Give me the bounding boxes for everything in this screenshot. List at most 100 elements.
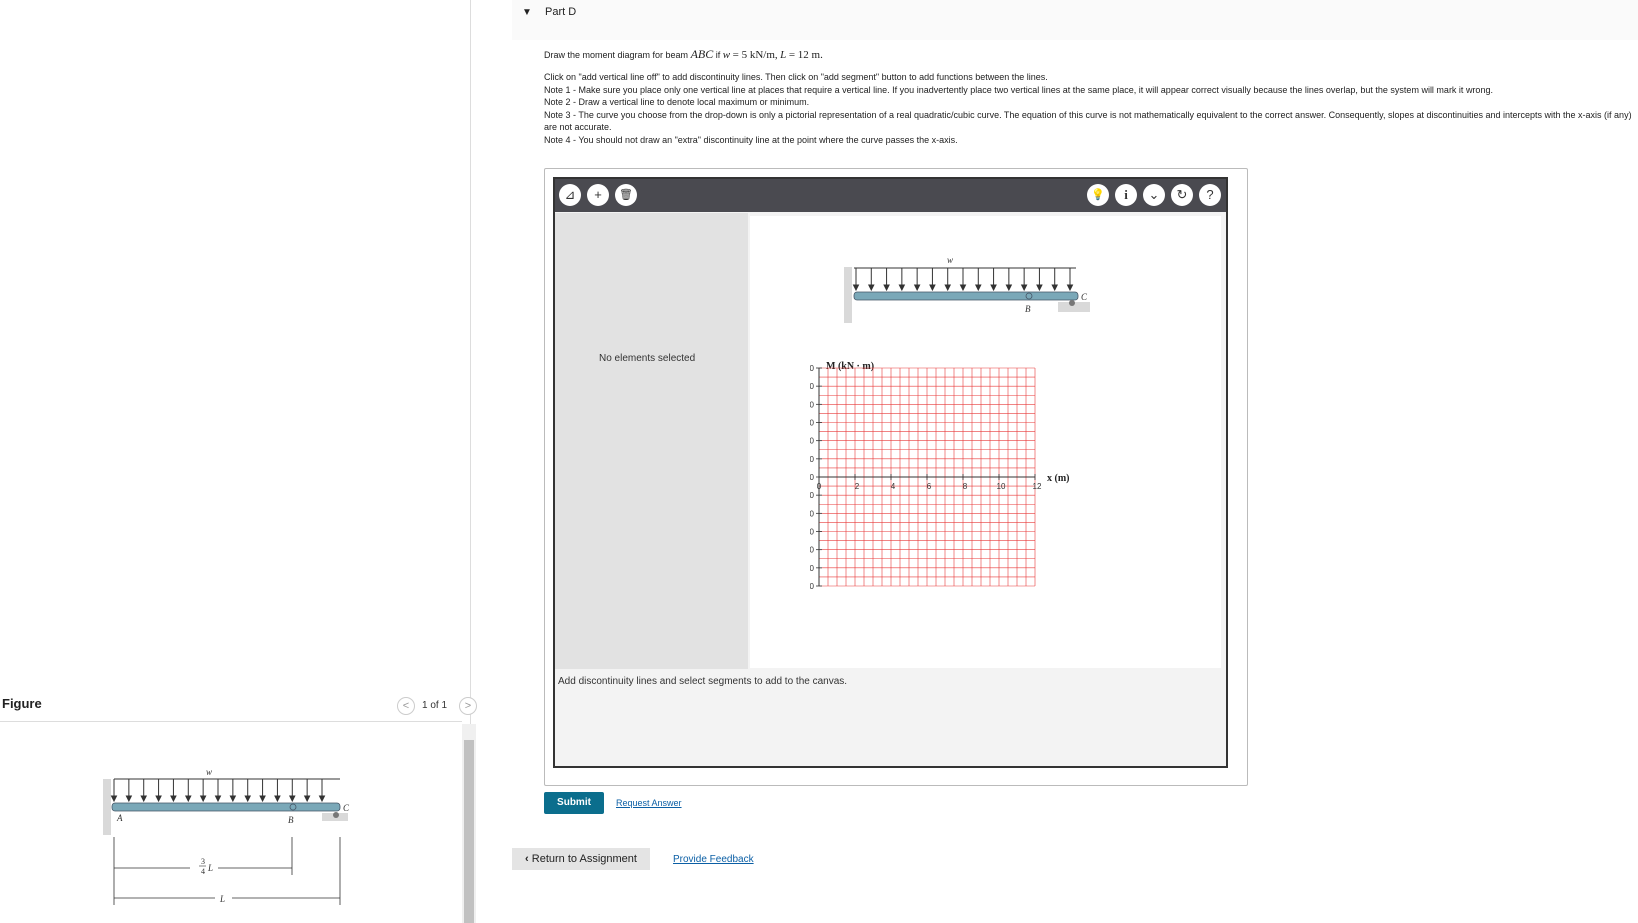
load-arrow: [929, 268, 936, 292]
trash-icon: 🗑: [619, 189, 633, 201]
y-tick-label: -300: [810, 582, 815, 591]
load-arrow: [913, 268, 921, 292]
load-arrow: [1020, 268, 1028, 292]
figure-divider: [0, 721, 462, 722]
delete-button[interactable]: 🗑: [615, 184, 637, 206]
load-arrow: [199, 779, 207, 803]
chevron-left-icon: ‹: [525, 853, 529, 865]
part-title: Part D: [545, 6, 577, 18]
y-tick-label: 50: [810, 455, 815, 464]
y-tick-label: 300: [810, 364, 815, 373]
load-arrow: [318, 779, 326, 803]
x-tick-label: 4: [891, 482, 896, 491]
hint-button[interactable]: 💡: [1087, 184, 1109, 206]
dimension-label-3-4-l: L: [207, 863, 213, 873]
add-segment-icon: +: [594, 187, 602, 202]
previous-figure-button[interactable]: <: [397, 697, 415, 715]
canvas-point-label-c: C: [1081, 292, 1088, 302]
add-vertical-line-button[interactable]: ⊿: [559, 184, 581, 206]
add-segment-button[interactable]: +: [587, 184, 609, 206]
load-arrow: [990, 268, 997, 292]
help-button[interactable]: ?: [1199, 184, 1221, 206]
load-arrow: [867, 268, 875, 292]
load-arrow: [852, 268, 860, 292]
properties-panel: [555, 213, 748, 669]
load-arrow: [883, 268, 890, 292]
x-tick-label: 8: [963, 482, 968, 491]
roller-wheel: [333, 812, 339, 818]
load-label-w: w: [206, 767, 212, 777]
load-arrow: [898, 268, 906, 292]
question-text: Draw the moment diagram for beam ABC if …: [544, 47, 823, 61]
beam-figure: w A B C 3 4 L L: [103, 767, 350, 905]
y-tick-label: 200: [810, 400, 815, 409]
help-icon: ?: [1206, 187, 1214, 202]
y-tick-label: -250: [810, 564, 815, 573]
load-arrow: [170, 779, 177, 803]
load-arrow: [125, 779, 133, 803]
load-arrow: [1005, 268, 1013, 292]
dimension-lines: [113, 837, 341, 905]
selection-status: No elements selected: [599, 353, 696, 364]
x-tick-label: 6: [927, 482, 932, 491]
load-arrow: [259, 779, 266, 803]
load-arrow: [288, 779, 296, 803]
canvas-wall-support: [844, 267, 852, 323]
caret-down-icon[interactable]: ▼: [522, 7, 532, 18]
canvas-roller-wheel: [1069, 300, 1075, 306]
canvas-beam-figure: w B C: [844, 255, 1090, 323]
load-arrow: [110, 779, 118, 803]
instructions: Click on "add vertical line off" to add …: [544, 71, 1634, 146]
chevron-down-icon: ⌄: [1148, 187, 1160, 202]
canvas-status: Add discontinuity lines and select segme…: [558, 676, 848, 687]
info-button[interactable]: i: [1115, 184, 1137, 206]
y-tick-label: -200: [810, 546, 815, 555]
dimension-fraction-denominator: 4: [201, 867, 205, 876]
lightbulb-icon: 💡: [1091, 189, 1105, 201]
load-arrow: [944, 268, 952, 292]
load-arrow: [274, 779, 281, 803]
figure-scroll-thumb[interactable]: [464, 740, 474, 923]
request-answer-link[interactable]: Request Answer: [616, 798, 682, 808]
provide-feedback-link[interactable]: Provide Feedback: [673, 854, 754, 865]
y-tick-label: 0: [810, 473, 815, 482]
load-arrow: [974, 268, 982, 292]
load-arrow: [244, 779, 252, 803]
dropdown-button[interactable]: ⌄: [1143, 184, 1165, 206]
reset-icon: ↻: [1176, 187, 1188, 202]
part-header[interactable]: [512, 0, 1638, 40]
x-tick-label: 2: [855, 482, 860, 491]
canvas-load-label-w: w: [947, 255, 953, 265]
reset-button[interactable]: ↻: [1171, 184, 1193, 206]
instruction-line: Click on "add vertical line off" to add …: [544, 72, 1048, 82]
load-arrow: [1036, 268, 1043, 292]
load-arrow: [959, 268, 967, 292]
y-tick-label: -100: [810, 509, 815, 518]
dimension-fraction-numerator: 3: [201, 857, 205, 866]
y-tick-label: -150: [810, 528, 815, 537]
chevron-left-icon: <: [402, 700, 410, 712]
instruction-note-1: Note 1 - Make sure you place only one ve…: [544, 84, 1493, 95]
y-axis-label: M (kN · m): [826, 361, 874, 372]
load-arrow: [229, 779, 237, 803]
return-to-assignment-button[interactable]: ‹ Return to Assignment: [512, 848, 650, 870]
load-arrow: [184, 779, 192, 803]
point-label-c: C: [343, 803, 350, 813]
chevron-right-icon: >: [464, 700, 472, 712]
canvas-point-label-b: B: [1025, 304, 1031, 314]
canvas-distributed-load: [852, 267, 1076, 292]
load-arrow: [140, 779, 148, 803]
x-axis-label: x (m): [1047, 473, 1070, 484]
point-label-b: B: [288, 815, 294, 825]
submit-button[interactable]: Submit: [544, 792, 604, 814]
instruction-note-4: Note 4 - You should not draw an "extra" …: [544, 134, 958, 145]
load-arrow: [1051, 268, 1059, 292]
moment-diagram-plot[interactable]: M (kN · m) 300 250 200 150 100 50 0 -50 -100 -150…: [810, 355, 1140, 620]
point-label-a: A: [116, 813, 123, 823]
next-figure-button[interactable]: >: [459, 697, 477, 715]
load-arrow: [303, 779, 311, 803]
return-label: Return to Assignment: [531, 853, 637, 865]
y-tick-label: 250: [810, 382, 815, 391]
wall-support-a: [103, 779, 111, 835]
instruction-note-2: Note 2 - Draw a vertical line to denote …: [544, 97, 810, 107]
